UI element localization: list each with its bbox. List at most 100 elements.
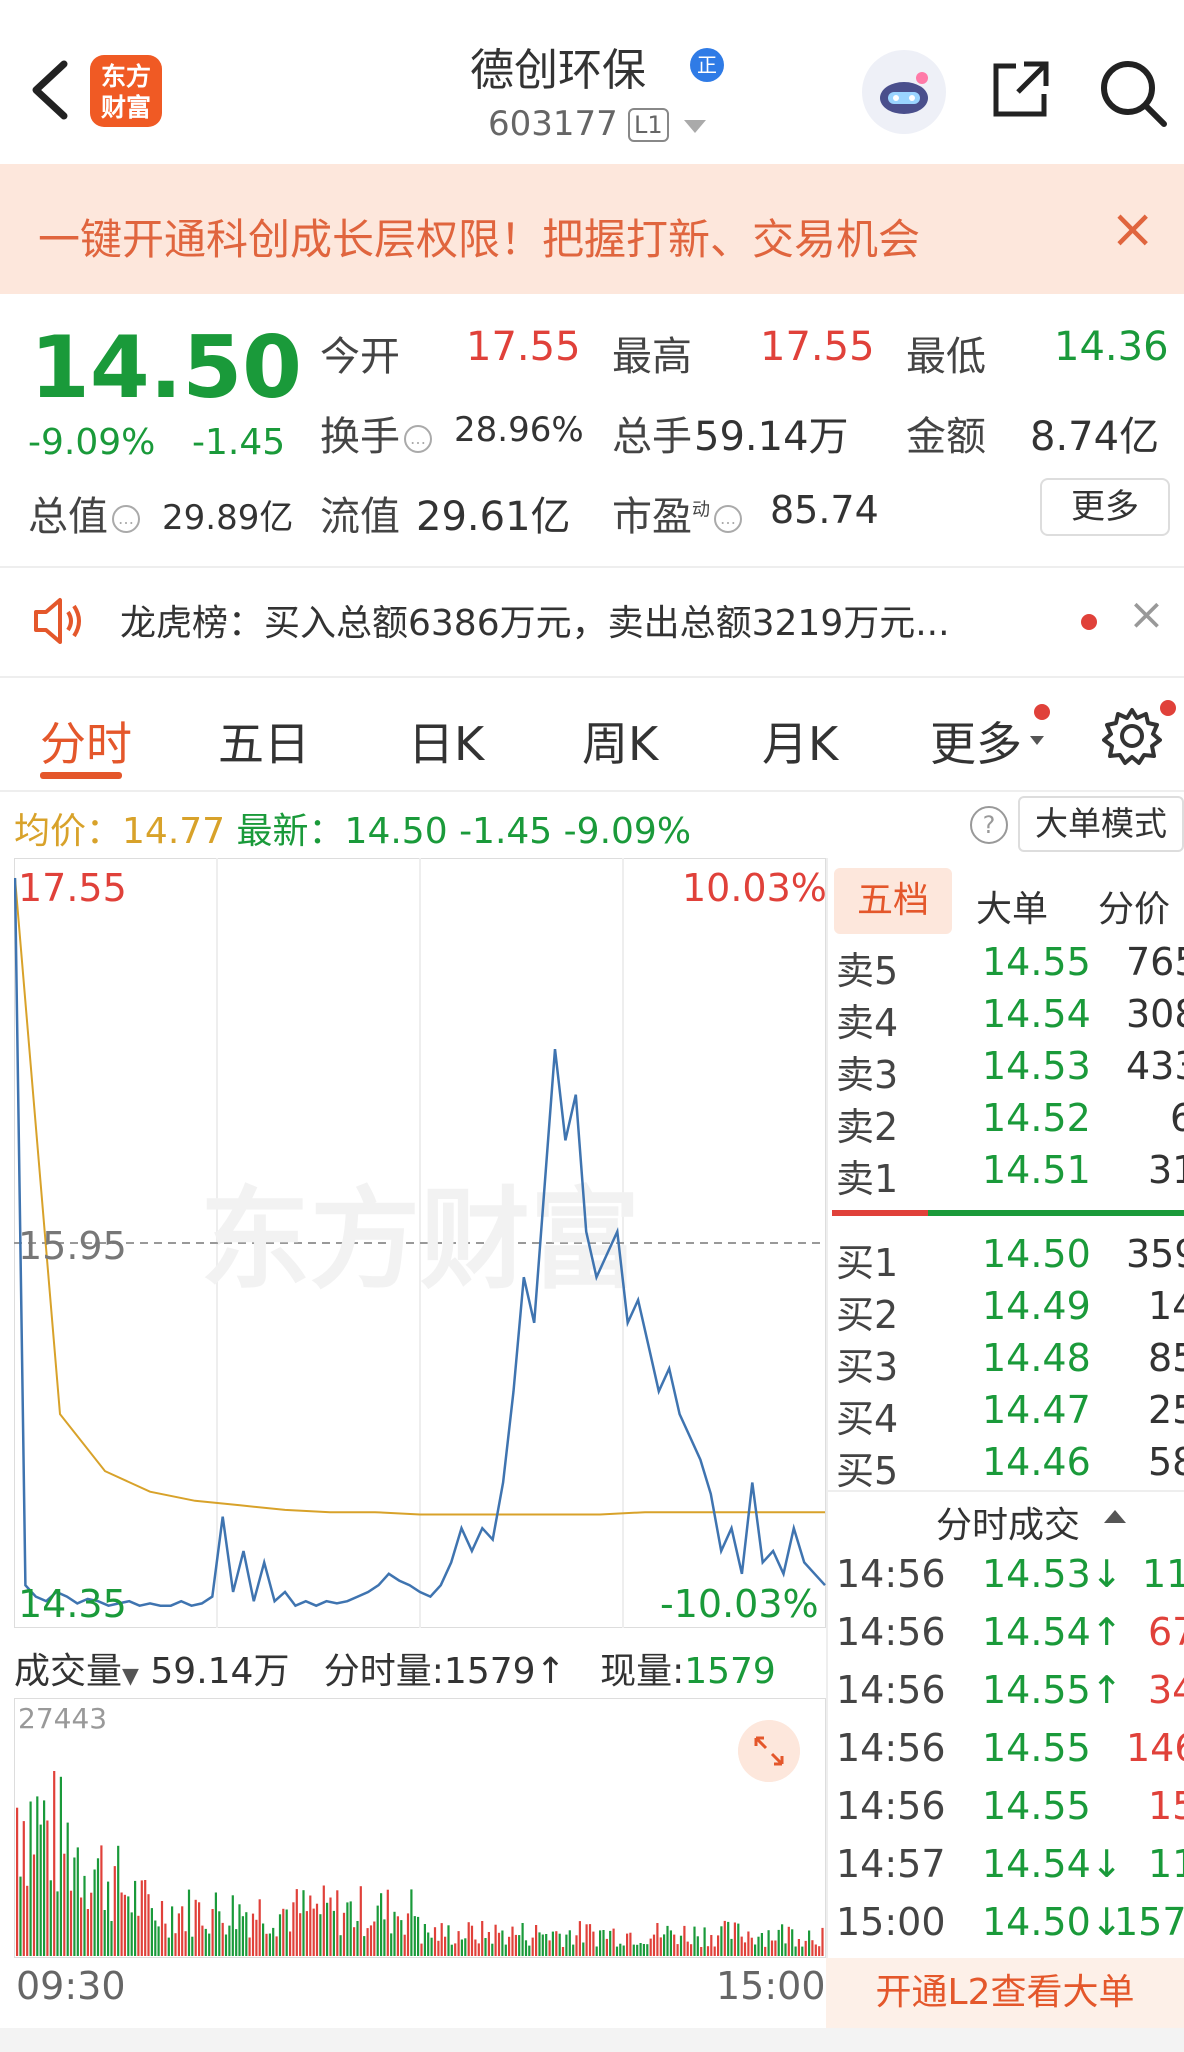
volume-bar (666, 1925, 669, 1956)
ask-row: 卖514.55765 (836, 940, 1184, 992)
gear-icon[interactable] (1102, 706, 1162, 766)
big-order-mode-button[interactable]: 大单模式 (1018, 796, 1184, 852)
volume-bar (764, 1946, 767, 1956)
volume-bar (258, 1899, 261, 1956)
banner-text[interactable]: 一键开通科创成长层权限！把握打新、交易机会 (38, 206, 920, 267)
volume-bar (545, 1934, 548, 1956)
trade-row: 15:0014.50↓1579 (836, 1900, 1184, 1944)
tab-five-day[interactable]: 五日 (218, 708, 310, 774)
volume-bar (123, 1894, 126, 1956)
volume-bar (713, 1946, 716, 1956)
search-icon[interactable] (1098, 58, 1168, 128)
tab-five-levels[interactable]: 五档 (834, 868, 952, 934)
volume-bar (659, 1937, 662, 1956)
more-button[interactable]: 更多 (1040, 478, 1170, 536)
divider (826, 1490, 1184, 1492)
volume-bar (224, 1934, 228, 1956)
volume-bar (69, 1890, 73, 1956)
volume-bar (171, 1906, 174, 1956)
chevron-down-icon[interactable] (1030, 736, 1044, 745)
volume-bar (777, 1929, 780, 1956)
back-arrow-icon[interactable] (28, 58, 72, 122)
last-price: 14.50 (30, 318, 303, 418)
divider (0, 676, 1184, 678)
volume-bar (629, 1932, 632, 1956)
volume-bar (460, 1939, 463, 1956)
share-icon[interactable] (990, 58, 1052, 120)
watermark: 东方财富 (200, 1176, 640, 1304)
tab-weekly-k[interactable]: 周K (582, 708, 658, 774)
volume-selector[interactable]: 成交量 (14, 1651, 122, 1692)
chevron-down-icon[interactable] (684, 120, 706, 133)
volume-header: 成交量▼ 59.14万 分时量:1579↑ 现量:1579 (14, 1651, 776, 1692)
tab-daily-k[interactable]: 日K (408, 708, 484, 774)
volume-bar (767, 1930, 770, 1956)
volume-bar (383, 1919, 386, 1956)
volume-bar (90, 1892, 93, 1956)
volume-bar (26, 1885, 29, 1956)
chevron-down-icon[interactable]: ▼ (122, 1664, 139, 1689)
volume-bar (403, 1934, 406, 1956)
volume-bar (551, 1931, 554, 1956)
volume-bar (275, 1936, 278, 1956)
volume-bar (561, 1947, 565, 1956)
info-icon[interactable]: … (112, 505, 140, 533)
volume-bar (703, 1927, 706, 1956)
robot-assistant-icon[interactable] (862, 50, 946, 134)
volume-bar (299, 1913, 302, 1956)
info-icon[interactable]: … (404, 425, 432, 453)
volume-bar (309, 1895, 312, 1956)
amount-label: 金额 (906, 414, 986, 460)
axis-ref-price: 15.95 (18, 1224, 127, 1268)
intraday-price-chart[interactable]: 东方财富 (14, 858, 826, 1628)
tab-big-orders[interactable]: 大单 (976, 880, 1048, 932)
volume-bar (117, 1845, 120, 1956)
trades-title[interactable]: 分时成交 (936, 1496, 1080, 1548)
volume-bar (39, 1824, 42, 1956)
volume-bar (248, 1937, 251, 1956)
tab-monthly-k[interactable]: 月K (762, 708, 838, 774)
volume-chart[interactable] (14, 1698, 826, 1958)
expand-icon[interactable] (738, 1720, 800, 1782)
volume-bar (73, 1857, 76, 1956)
volume-bar (572, 1944, 575, 1956)
volume-bar (238, 1904, 241, 1956)
info-icon[interactable]: … (714, 505, 742, 533)
volume-bar (656, 1923, 659, 1956)
open-l2-button[interactable]: 开通L2查看大单 (826, 1958, 1184, 2028)
volume-bar (100, 1845, 103, 1956)
open-label: 今开 (320, 334, 400, 380)
axis-min-pct: -10.03% (660, 1582, 819, 1626)
volume-bar (400, 1920, 403, 1956)
volume-bar (720, 1926, 723, 1956)
help-icon[interactable]: ? (970, 806, 1008, 844)
tab-price-levels[interactable]: 分价 (1098, 880, 1170, 932)
divider (0, 566, 1184, 568)
volume-bar (814, 1944, 817, 1956)
low-label: 最低 (906, 334, 986, 380)
volume-bar (113, 1866, 116, 1956)
mktcap-label: 总值… (28, 484, 144, 542)
volume-bar (326, 1902, 329, 1956)
trade-row: 14:5714.54↓11 (836, 1842, 1184, 1886)
volume-bar (535, 1925, 538, 1956)
volume-bar (646, 1944, 649, 1956)
volume-bar (804, 1940, 807, 1956)
float-label: 流值 (320, 494, 400, 540)
promo-banner[interactable]: 一键开通科创成长层权限！把握打新、交易机会 × (0, 164, 1184, 294)
volume-bar (289, 1931, 292, 1956)
volume-bar (417, 1916, 420, 1956)
volume-bar (602, 1930, 605, 1956)
tab-more[interactable]: 更多 (930, 708, 1022, 774)
volume-bar (63, 1853, 66, 1956)
close-icon[interactable]: × (1128, 590, 1165, 640)
price-summary: 均价：14.77 最新：14.50 -1.45 -9.09% (14, 811, 692, 852)
notice-text[interactable]: 龙虎榜：买入总额6386万元，卖出总额3219万元... (120, 594, 950, 646)
close-icon[interactable]: × (1110, 202, 1155, 256)
volume-bar (127, 1896, 130, 1956)
bottom-bar (0, 2028, 1184, 2052)
volume-bar (801, 1946, 804, 1956)
chevron-up-icon[interactable] (1104, 1510, 1126, 1523)
level-badge[interactable]: L1 (628, 108, 669, 142)
tab-intraday[interactable]: 分时 (40, 708, 132, 774)
